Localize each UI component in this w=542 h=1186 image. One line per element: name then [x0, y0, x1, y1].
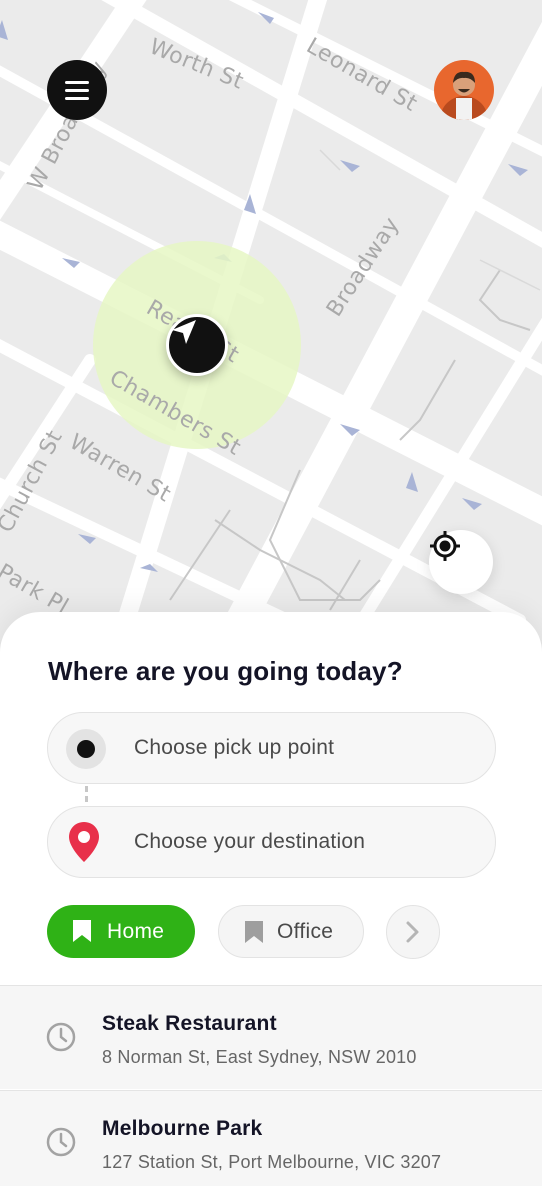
recent-place-name: Steak Restaurant	[102, 1012, 277, 1035]
recent-place-item[interactable]: Melbourne Park 127 Station St, Port Melb…	[0, 1090, 542, 1186]
destination-input[interactable]: Choose your destination	[47, 806, 496, 878]
recent-place-address: 127 Station St, Port Melbourne, VIC 3207	[102, 1152, 442, 1172]
hamburger-menu-icon	[65, 80, 89, 84]
current-location-marker	[166, 314, 228, 376]
pickup-input[interactable]: Choose pick up point	[47, 712, 496, 784]
svg-text:Park Pl: Park Pl	[0, 560, 73, 620]
chevron-right-icon	[406, 921, 419, 943]
user-avatar[interactable]	[434, 60, 494, 120]
crosshair-locate-icon	[430, 531, 460, 561]
navigation-arrow-icon	[172, 320, 196, 344]
recent-place-address: 8 Norman St, East Sydney, NSW 2010	[102, 1047, 417, 1067]
recent-place-name: Melbourne Park	[102, 1117, 263, 1140]
destination-placeholder: Choose your destination	[134, 830, 366, 853]
clock-icon	[46, 1022, 76, 1052]
chip-home[interactable]: Home	[47, 905, 195, 958]
bookmark-icon	[245, 921, 263, 943]
chip-office-label: Office	[277, 919, 334, 943]
bookmark-icon	[73, 920, 91, 942]
clock-icon	[46, 1127, 76, 1157]
svg-text:Leonard St: Leonard St	[302, 34, 421, 117]
recent-place-item[interactable]: Steak Restaurant 8 Norman St, East Sydne…	[0, 985, 542, 1089]
sheet-title: Where are you going today?	[48, 656, 403, 686]
avatar-icon	[434, 60, 494, 120]
pickup-dot-icon	[66, 729, 106, 769]
more-chips-button[interactable]	[386, 905, 440, 959]
map-view[interactable]: Worth St Leonard St W Broadway Broadway …	[0, 0, 542, 640]
location-pin-icon	[68, 821, 100, 868]
chip-home-label: Home	[107, 919, 165, 943]
pickup-placeholder: Choose pick up point	[134, 736, 335, 759]
chip-office[interactable]: Office	[218, 905, 364, 958]
destination-sheet: Where are you going today? Choose pick u…	[0, 612, 542, 1186]
locate-me-button[interactable]	[429, 530, 493, 594]
menu-button[interactable]	[47, 60, 107, 120]
